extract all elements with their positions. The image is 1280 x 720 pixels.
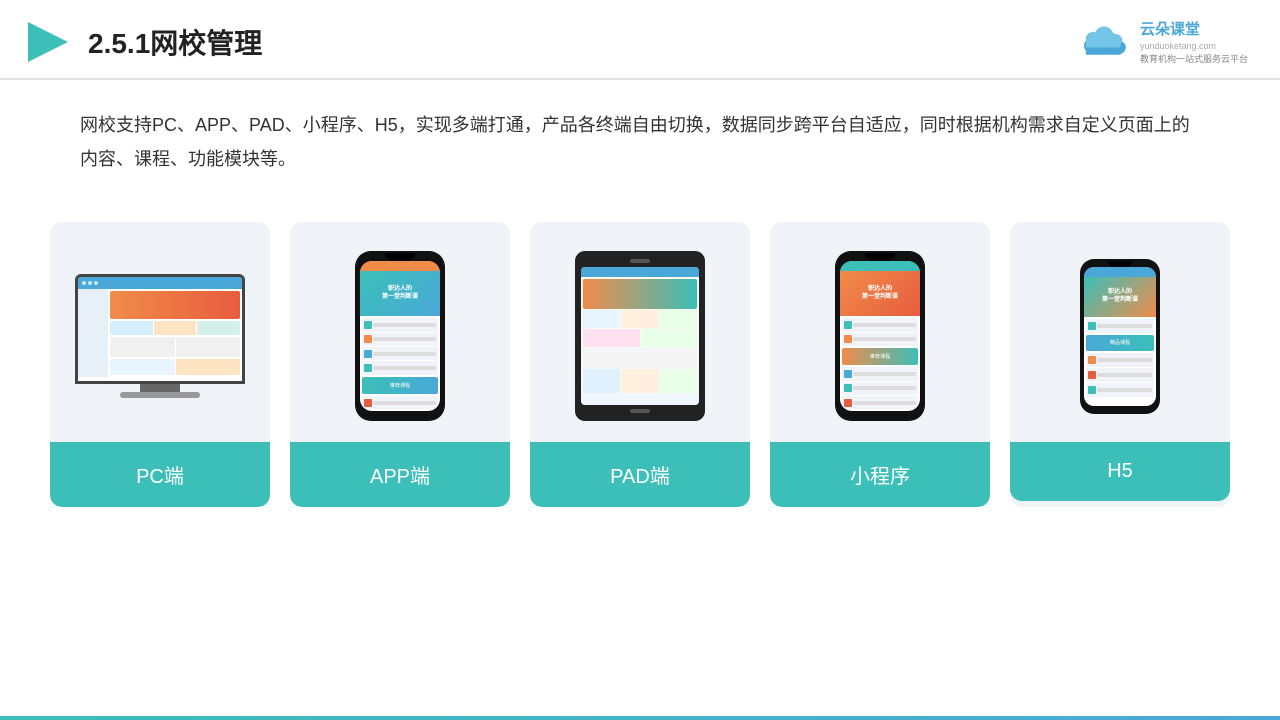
card-pc-label: PC端: [50, 442, 270, 507]
header-left: 2.5.1网校管理: [24, 18, 262, 66]
description-text: 网校支持PC、APP、PAD、小程序、H5，实现多端打通，产品各终端自由切换，数…: [80, 115, 1190, 169]
miniprogram-phone-device: 职达人的第一堂判断课 推荐课程: [835, 251, 925, 421]
card-pad-image: [530, 222, 750, 442]
cloud-icon: [1076, 22, 1132, 62]
card-h5-image: 职达人的第一堂判断课 精品课程: [1010, 222, 1230, 442]
card-h5-label: H5: [1010, 442, 1230, 501]
card-app-label: APP端: [290, 442, 510, 507]
card-pad-label: PAD端: [530, 442, 750, 507]
card-app-image: 职达人的第一堂判断课 推荐课程: [290, 222, 510, 442]
logo-name: 云朵课堂: [1140, 19, 1248, 40]
bottom-bar: [0, 716, 1280, 720]
app-phone-screen: 职达人的第一堂判断课 推荐课程: [360, 261, 440, 411]
pad-tablet-screen: [581, 267, 699, 405]
h5-phone-frame: 职达人的第一堂判断课 精品课程: [1080, 259, 1160, 414]
miniprogram-phone-frame: 职达人的第一堂判断课 推荐课程: [835, 251, 925, 421]
h5-phone-device: 职达人的第一堂判断课 精品课程: [1080, 259, 1160, 414]
pc-device: [75, 274, 245, 398]
miniprogram-phone-screen: 职达人的第一堂判断课 推荐课程: [840, 261, 920, 411]
pad-tablet-frame: [575, 251, 705, 421]
logo-tagline: 教育机构一站式服务云平台: [1140, 53, 1248, 66]
card-h5: 职达人的第一堂判断课 精品课程 H5: [1010, 222, 1230, 507]
page-title: 2.5.1网校管理: [88, 22, 262, 62]
card-pc: PC端: [50, 222, 270, 507]
h5-phone-screen: 职达人的第一堂判断课 精品课程: [1084, 267, 1156, 406]
pad-tablet-device: [575, 251, 705, 421]
header: 2.5.1网校管理 云朵课堂 yunduoketang.com 教育机构一站式服…: [0, 0, 1280, 80]
logo-url: yunduoketang.com: [1140, 40, 1248, 53]
play-icon: [24, 18, 72, 66]
card-pad: PAD端: [530, 222, 750, 507]
card-miniprogram: 职达人的第一堂判断课 推荐课程: [770, 222, 990, 507]
pc-screen: [75, 274, 245, 384]
card-miniprogram-label: 小程序: [770, 442, 990, 507]
card-pc-image: [50, 222, 270, 442]
cards-section: PC端 职达人的第一堂判断课: [0, 186, 1280, 507]
logo-area: 云朵课堂 yunduoketang.com 教育机构一站式服务云平台: [1076, 19, 1248, 65]
description: 网校支持PC、APP、PAD、小程序、H5，实现多端打通，产品各终端自由切换，数…: [0, 80, 1280, 176]
card-app: 职达人的第一堂判断课 推荐课程: [290, 222, 510, 507]
app-phone-frame: 职达人的第一堂判断课 推荐课程: [355, 251, 445, 421]
app-phone-device: 职达人的第一堂判断课 推荐课程: [355, 251, 445, 421]
logo-text-block: 云朵课堂 yunduoketang.com 教育机构一站式服务云平台: [1140, 19, 1248, 65]
card-miniprogram-image: 职达人的第一堂判断课 推荐课程: [770, 222, 990, 442]
